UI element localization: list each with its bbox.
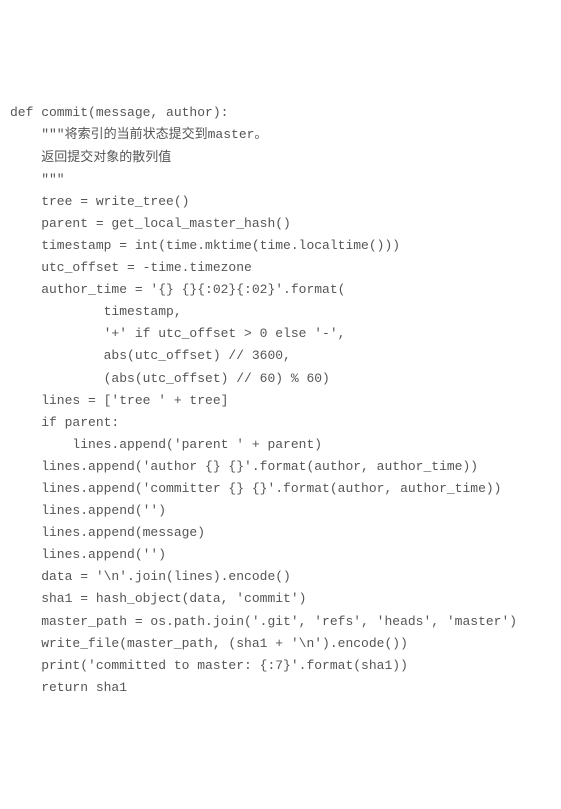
code-line: master_path = os.path.join('.git', 'refs… <box>10 611 551 633</box>
code-line: 返回提交对象的散列值 <box>10 147 551 169</box>
code-block: def commit(message, author): """将索引的当前状态… <box>10 102 551 699</box>
code-line: def commit(message, author): <box>10 102 551 124</box>
code-line: parent = get_local_master_hash() <box>10 213 551 235</box>
code-line: return sha1 <box>10 677 551 699</box>
code-line: sha1 = hash_object(data, 'commit') <box>10 588 551 610</box>
code-line: timestamp = int(time.mktime(time.localti… <box>10 235 551 257</box>
code-line: timestamp, <box>10 301 551 323</box>
code-line: """ <box>10 169 551 191</box>
code-line: lines.append('parent ' + parent) <box>10 434 551 456</box>
code-line: (abs(utc_offset) // 60) % 60) <box>10 368 551 390</box>
code-line: lines.append('committer {} {}'.format(au… <box>10 478 551 500</box>
code-line: lines.append('') <box>10 500 551 522</box>
code-line: data = '\n'.join(lines).encode() <box>10 566 551 588</box>
code-line: tree = write_tree() <box>10 191 551 213</box>
code-line: utc_offset = -time.timezone <box>10 257 551 279</box>
code-line: abs(utc_offset) // 3600, <box>10 345 551 367</box>
code-line: if parent: <box>10 412 551 434</box>
code-line: lines.append(message) <box>10 522 551 544</box>
code-line: lines.append('author {} {}'.format(autho… <box>10 456 551 478</box>
code-line: lines.append('') <box>10 544 551 566</box>
code-line: author_time = '{} {}{:02}{:02}'.format( <box>10 279 551 301</box>
code-line: write_file(master_path, (sha1 + '\n').en… <box>10 633 551 655</box>
code-line: print('committed to master: {:7}'.format… <box>10 655 551 677</box>
code-line: '+' if utc_offset > 0 else '-', <box>10 323 551 345</box>
code-line: """将索引的当前状态提交到master。 <box>10 124 551 146</box>
code-line: lines = ['tree ' + tree] <box>10 390 551 412</box>
